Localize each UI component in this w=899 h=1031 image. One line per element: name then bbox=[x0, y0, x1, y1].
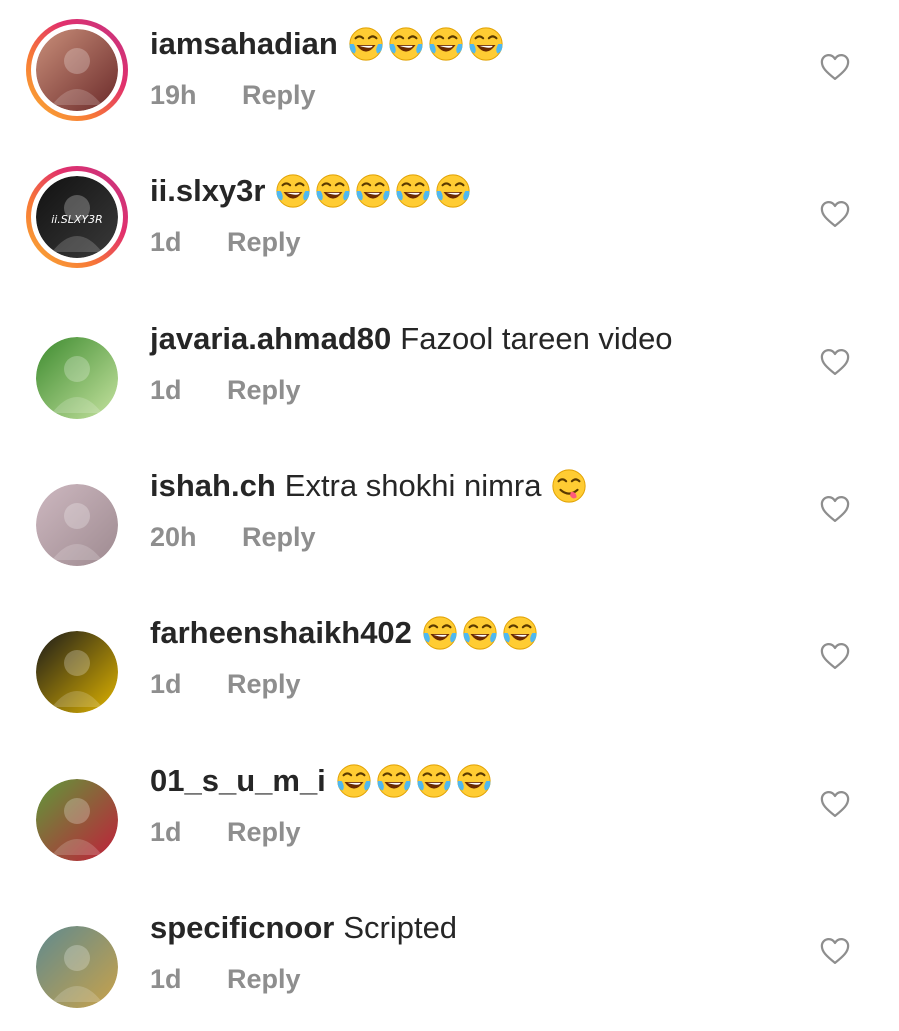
face-with-tears-of-joy-icon bbox=[347, 25, 385, 63]
face-with-tears-of-joy-icon bbox=[274, 172, 312, 210]
comment-timestamp: 1d bbox=[150, 964, 182, 994]
comment-item: farheenshaikh402 1d Reply bbox=[0, 589, 899, 736]
face-with-tears-of-joy-icon bbox=[427, 25, 465, 63]
comment-body: javaria.ahmad80 Fazool tareen video bbox=[150, 319, 673, 359]
comment-emojis bbox=[347, 25, 505, 63]
comment-meta: 19h Reply bbox=[150, 78, 316, 112]
reply-button[interactable]: Reply bbox=[227, 225, 301, 259]
avatar-image bbox=[36, 779, 118, 861]
comment-username[interactable]: specificnoor bbox=[150, 908, 334, 948]
comment-body: specificnoor Scripted bbox=[150, 908, 457, 948]
reply-button[interactable]: Reply bbox=[227, 373, 301, 407]
reply-button[interactable]: Reply bbox=[227, 667, 301, 701]
comment-text: Fazool tareen video bbox=[400, 321, 673, 356]
heart-outline-icon[interactable] bbox=[820, 348, 850, 376]
comment-meta: 1d Reply bbox=[150, 815, 301, 849]
comment-meta: 1d Reply bbox=[150, 667, 301, 701]
face-with-tears-of-joy-icon bbox=[375, 762, 413, 800]
avatar[interactable] bbox=[36, 484, 118, 566]
avatar[interactable]: ii.SLXY3R bbox=[26, 166, 128, 268]
comment-username[interactable]: ii.slxy3r bbox=[150, 171, 265, 211]
heart-outline-icon[interactable] bbox=[820, 53, 850, 81]
comment-timestamp: 1d bbox=[150, 817, 182, 847]
face-with-tears-of-joy-icon bbox=[501, 614, 539, 652]
avatar[interactable] bbox=[36, 337, 118, 419]
comment-username[interactable]: iamsahadian bbox=[150, 24, 338, 64]
comment-username[interactable]: farheenshaikh402 bbox=[150, 613, 412, 653]
comment-emojis bbox=[550, 467, 588, 505]
comment-body: 01_s_u_m_i bbox=[150, 761, 493, 801]
heart-outline-icon[interactable] bbox=[820, 790, 850, 818]
comment-item: ishah.ch Extra shokhi nimra 20h Reply bbox=[0, 442, 899, 589]
face-with-tears-of-joy-icon bbox=[434, 172, 472, 210]
avatar-image bbox=[36, 631, 118, 713]
reply-button[interactable]: Reply bbox=[227, 962, 301, 996]
comment-item: iamsahadian 19h Reply bbox=[0, 0, 899, 147]
comment-username[interactable]: 01_s_u_m_i bbox=[150, 761, 326, 801]
comment-timestamp: 19h bbox=[150, 80, 197, 110]
comment-item: javaria.ahmad80 Fazool tareen video 1d Repl… bbox=[0, 295, 899, 442]
comment-emojis bbox=[274, 172, 472, 210]
avatar-image bbox=[36, 29, 118, 111]
comment-item: 01_s_u_m_i 1d Reply bbox=[0, 737, 899, 884]
comment-text: Scripted bbox=[343, 910, 458, 945]
face-with-tears-of-joy-icon bbox=[467, 25, 505, 63]
comment-timestamp: 1d bbox=[150, 375, 182, 405]
comment-text: Extra shokhi nimra bbox=[284, 468, 542, 503]
comment-timestamp: 1d bbox=[150, 669, 182, 699]
comment-meta: 1d Reply bbox=[150, 373, 301, 407]
face-with-tears-of-joy-icon bbox=[415, 762, 453, 800]
comment-username[interactable]: javaria.ahmad80 bbox=[150, 319, 391, 359]
reply-button[interactable]: Reply bbox=[227, 815, 301, 849]
comment-timestamp: 20h bbox=[150, 522, 197, 552]
reply-button[interactable]: Reply bbox=[242, 520, 316, 554]
heart-outline-icon[interactable] bbox=[820, 642, 850, 670]
face-with-tears-of-joy-icon bbox=[394, 172, 432, 210]
avatar[interactable] bbox=[36, 779, 118, 861]
comment-timestamp: 1d bbox=[150, 227, 182, 257]
comment-emojis bbox=[335, 762, 493, 800]
avatar-image bbox=[36, 484, 118, 566]
comment-emojis bbox=[421, 614, 539, 652]
avatar-image bbox=[36, 926, 118, 1008]
face-with-tears-of-joy-icon bbox=[421, 614, 459, 652]
face-with-tears-of-joy-icon bbox=[387, 25, 425, 63]
face-savoring-food-icon bbox=[550, 467, 588, 505]
avatar-image bbox=[36, 337, 118, 419]
avatar[interactable] bbox=[36, 631, 118, 713]
face-with-tears-of-joy-icon bbox=[335, 762, 373, 800]
comment-meta: 20h Reply bbox=[150, 520, 316, 554]
face-with-tears-of-joy-icon bbox=[455, 762, 493, 800]
avatar[interactable] bbox=[36, 926, 118, 1008]
avatar-image: ii.SLXY3R bbox=[36, 176, 118, 258]
comment-body: farheenshaikh402 bbox=[150, 613, 539, 653]
face-with-tears-of-joy-icon bbox=[354, 172, 392, 210]
comment-username[interactable]: ishah.ch bbox=[150, 466, 276, 506]
avatar-text: ii.SLXY3R bbox=[51, 213, 103, 226]
comment-meta: 1d Reply bbox=[150, 962, 301, 996]
heart-outline-icon[interactable] bbox=[820, 200, 850, 228]
comment-item: specificnoor Scripted 1d Reply bbox=[0, 884, 899, 1031]
face-with-tears-of-joy-icon bbox=[461, 614, 499, 652]
comment-body: ii.slxy3r bbox=[150, 171, 472, 211]
heart-outline-icon[interactable] bbox=[820, 937, 850, 965]
comment-body: ishah.ch Extra shokhi nimra bbox=[150, 466, 588, 506]
heart-outline-icon[interactable] bbox=[820, 495, 850, 523]
comment-body: iamsahadian bbox=[150, 24, 505, 64]
comment-meta: 1d Reply bbox=[150, 225, 301, 259]
reply-button[interactable]: Reply bbox=[242, 78, 316, 112]
comment-item: ii.SLXY3R ii.slxy3r 1d Reply bbox=[0, 147, 899, 294]
avatar[interactable] bbox=[26, 19, 128, 121]
face-with-tears-of-joy-icon bbox=[314, 172, 352, 210]
